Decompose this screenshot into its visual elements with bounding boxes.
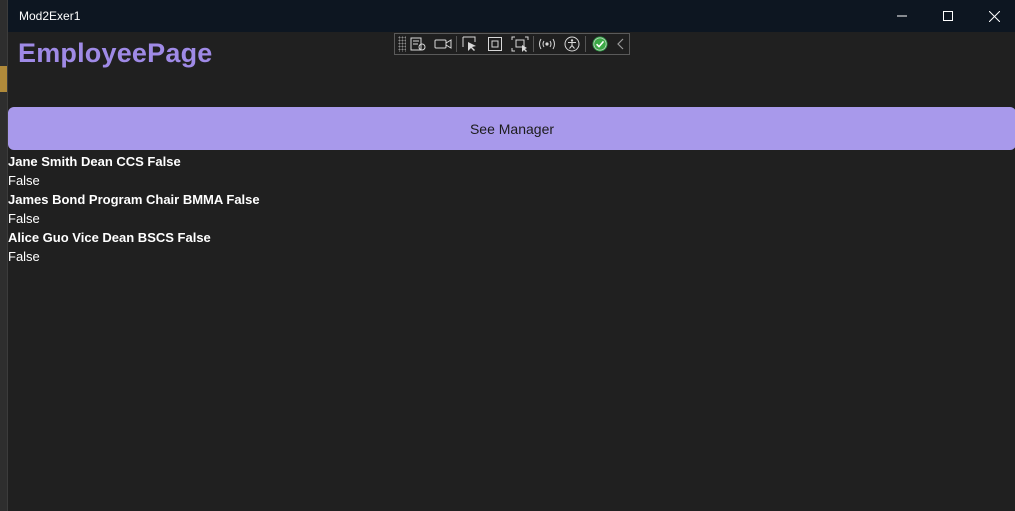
toolbar-grip-icon[interactable] <box>398 36 406 52</box>
employee-detail: False <box>8 211 40 226</box>
track-focus-icon[interactable] <box>507 34 532 54</box>
list-item: James Bond Program Chair BMMA False False <box>8 190 908 228</box>
minimize-icon <box>897 15 907 17</box>
app-window: Mod2Exer1 EmployeePage See Manager Jane … <box>7 0 1015 511</box>
display-layout-adorners-icon[interactable] <box>483 34 508 54</box>
live-visual-tree-icon[interactable] <box>406 34 431 54</box>
collapse-chevron-icon[interactable] <box>612 34 629 54</box>
title-bar[interactable]: Mod2Exer1 <box>8 0 1015 32</box>
record-icon[interactable] <box>430 34 455 54</box>
minimize-button[interactable] <box>879 0 925 32</box>
close-button[interactable] <box>971 0 1015 32</box>
select-element-icon[interactable] <box>458 34 483 54</box>
employee-summary: James Bond Program Chair BMMA False <box>8 192 260 207</box>
see-manager-button[interactable]: See Manager <box>8 107 1015 150</box>
binding-ok-icon[interactable] <box>587 34 612 54</box>
toolbar-separator <box>585 36 587 52</box>
employee-list: Jane Smith Dean CCS False False James Bond… <box>8 152 908 266</box>
maximize-button[interactable] <box>925 0 971 32</box>
background-window-accent <box>0 66 7 92</box>
window-title: Mod2Exer1 <box>19 9 81 23</box>
toolbar-separator <box>532 36 534 52</box>
hot-reload-icon[interactable] <box>535 34 560 54</box>
toolbar-separator <box>455 36 457 52</box>
list-item: Alice Guo Vice Dean BSCS False False <box>8 228 908 266</box>
close-icon <box>988 10 1000 22</box>
list-item: Jane Smith Dean CCS False False <box>8 152 908 190</box>
employee-detail: False <box>8 249 40 264</box>
employee-detail: False <box>8 173 40 188</box>
employee-summary: Jane Smith Dean CCS False <box>8 154 181 169</box>
page-title: EmployeePage <box>18 38 213 68</box>
accessibility-icon[interactable] <box>560 34 585 54</box>
employee-summary: Alice Guo Vice Dean BSCS False <box>8 230 211 245</box>
xaml-debug-toolbar <box>394 33 630 55</box>
maximize-icon <box>943 11 953 21</box>
